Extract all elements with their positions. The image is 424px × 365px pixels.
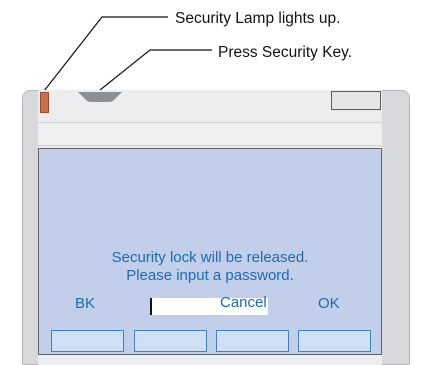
softkey-label-cancel: Cancel [220,294,267,311]
softkey-label-ok: OK [318,295,340,312]
key-leader-line [99,49,212,91]
softkey-bk-button[interactable] [51,330,124,352]
status-bar [38,122,382,146]
lamp-leader-line [43,16,168,92]
lock-release-message: Security lock will be released. [111,249,309,266]
lamp-callout-label: Security Lamp lights up. [175,10,341,27]
security-key-icon[interactable] [78,92,122,102]
password-prompt-message: Please input a password. [126,267,294,284]
softkey-label-bk: BK [75,295,96,312]
key-callout-label: Press Security Key. [218,44,353,61]
security-lamp-icon [40,92,49,113]
softkey-ok-button[interactable] [298,330,371,352]
softkey-cancel-button[interactable] [216,330,289,352]
softkey-2-button[interactable] [134,330,207,352]
indicator-window [331,91,381,110]
